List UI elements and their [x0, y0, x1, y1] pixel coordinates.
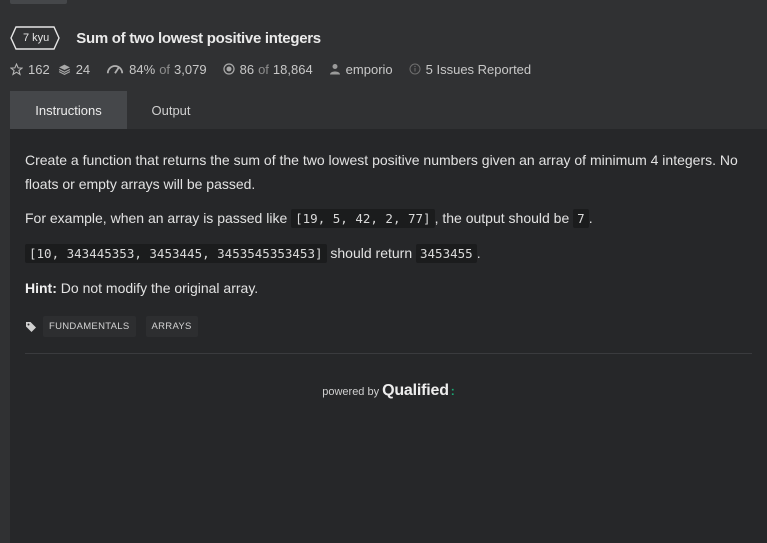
tag-arrays[interactable]: ARRAYS: [145, 316, 198, 337]
example-text-after: .: [588, 210, 593, 226]
example-input-code: [19, 5, 42, 2, 77]: [291, 209, 435, 228]
satisfaction-of: of: [159, 61, 171, 77]
satisfaction-stat: 84% of 3,079: [106, 61, 207, 77]
example2-output-code: 3453455: [416, 244, 477, 263]
stars-stat[interactable]: 162: [10, 62, 50, 77]
target-icon: [222, 63, 235, 75]
example-output-code: 7: [573, 209, 589, 228]
user-icon: [329, 63, 341, 75]
tab-instructions[interactable]: Instructions: [10, 91, 127, 129]
collections-stat[interactable]: 24: [58, 62, 90, 77]
author-name: emporio: [345, 61, 393, 77]
satisfaction-value: 84%: [129, 61, 156, 77]
example-text-middle: , the output should be: [434, 210, 574, 226]
description-panel: Instructions Output Create a function th…: [10, 91, 767, 543]
example2-input-code: [10, 343445353, 3453445, 3453545353453]: [25, 244, 327, 263]
hint-paragraph: Hint: Do not modify the original array.: [25, 276, 752, 300]
hint-label: Hint:: [25, 280, 57, 296]
star-icon: [10, 62, 23, 76]
speedometer-icon: [106, 63, 124, 75]
powered-by-text: powered by: [322, 386, 380, 398]
tag-icon: [25, 321, 37, 333]
hint-text: Do not modify the original array.: [56, 280, 259, 296]
tag-fundamentals[interactable]: FUNDAMENTALS: [43, 316, 136, 337]
info-icon: [409, 63, 421, 75]
tags-row: FUNDAMENTALS ARRAYS: [10, 312, 767, 337]
kata-title[interactable]: Sum of two lowest positive integers: [76, 30, 321, 47]
example2-text-after: .: [476, 245, 481, 261]
content-divider: [25, 353, 752, 354]
issues-label: 5 Issues Reported: [425, 61, 532, 77]
issues-stat[interactable]: 5 Issues Reported: [409, 61, 532, 77]
rank-label: 7 kyu: [23, 32, 50, 44]
rank-badge: 7 kyu: [10, 26, 62, 50]
collections-stack-icon: [58, 63, 71, 76]
author-stat[interactable]: emporio: [329, 62, 393, 77]
stats-row: 162 24 84% of 3,079 86 of 18,864 emporio…: [10, 60, 757, 78]
description-paragraph-2: For example, when an array is passed lik…: [25, 206, 752, 231]
completed-of: of: [258, 61, 269, 77]
qualified-logo-dots: :: [450, 384, 455, 398]
example2-text-middle: should return: [326, 245, 416, 261]
description-paragraph-3: [10, 343445353, 3453445, 3453545353453] …: [25, 241, 752, 266]
description-paragraph-1: Create a function that returns the sum o…: [25, 152, 738, 192]
kata-header: 7 kyu Sum of two lowest positive integer…: [10, 25, 757, 78]
tab-output[interactable]: Output: [127, 91, 215, 129]
votes-count: 3,079: [174, 61, 207, 77]
completed-count: 86: [239, 61, 255, 77]
top-tab-indicator[interactable]: [10, 0, 67, 4]
collections-count: 24: [75, 61, 91, 77]
qualified-logo-text: Qualified: [382, 382, 449, 399]
attempts-count: 18,864: [272, 61, 313, 77]
powered-by-qualified[interactable]: powered by Qualified :: [10, 382, 767, 400]
title-row: 7 kyu Sum of two lowest positive integer…: [10, 25, 757, 51]
stars-count: 162: [28, 61, 50, 77]
completed-stat: 86 of 18,864: [222, 61, 313, 77]
instructions-content: Create a function that returns the sum o…: [10, 129, 767, 300]
panel-tabs: Instructions Output: [10, 91, 767, 129]
example-text-before: For example, when an array is passed lik…: [25, 210, 292, 226]
